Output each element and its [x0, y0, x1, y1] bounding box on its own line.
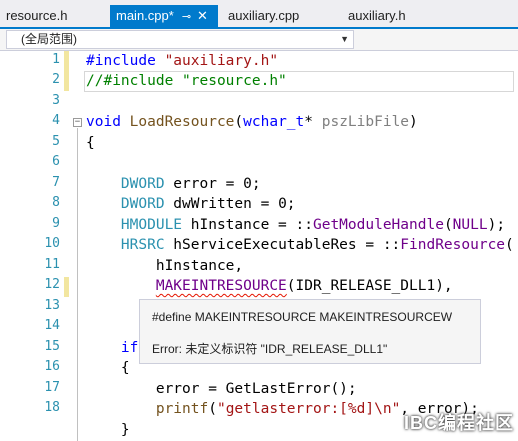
line-number: 1: [52, 52, 60, 67]
close-icon[interactable]: ✕: [197, 5, 208, 27]
line-number: 14: [44, 318, 60, 333]
preprocessor-directive: #include: [86, 53, 156, 69]
function-name: printf: [155, 401, 209, 417]
code-line-10: HRSRC hServiceExecutableRes = ::FindReso…: [120, 237, 514, 253]
code-text: (IDR_RELEASE_DLL1),: [286, 278, 453, 294]
string-literal: "getlasterror:[%d]\n": [216, 401, 401, 417]
code-line-16: {: [86, 358, 130, 378]
quick-info-tooltip: #define MAKEINTRESOURCE MAKEINTRESOURCEW…: [139, 299, 481, 364]
code-line-2: //#include "resource.h": [86, 71, 287, 91]
keyword: void: [86, 114, 121, 130]
type-name: DWORD: [120, 176, 165, 192]
type-name: wchar_t: [243, 114, 305, 130]
line-number: 8: [52, 195, 60, 210]
code-line-17: error = GetLastError();: [86, 379, 357, 399]
tab-auxiliary-cpp[interactable]: auxiliary.cpp: [222, 5, 305, 27]
line-number: 16: [44, 359, 60, 374]
parameter: pszLibFile: [321, 114, 410, 130]
function-name: LoadResource: [129, 114, 235, 130]
line-number: 9: [52, 216, 60, 231]
code-text: error = 0;: [164, 176, 261, 192]
macro-name: MAKEINTRESOURCE: [155, 278, 287, 294]
navigation-bar: (全局范围) ▼: [0, 29, 518, 51]
tab-label: auxiliary.h: [348, 8, 406, 23]
code-line-8: DWORD dwWritten = 0;: [86, 194, 296, 214]
scope-value: (全局范围): [21, 32, 77, 46]
outline-line: [77, 128, 78, 441]
tab-auxiliary-h[interactable]: auxiliary.h: [342, 5, 412, 27]
type-name: HMODULE: [120, 217, 183, 233]
line-number: 3: [52, 93, 60, 108]
line-number: 12: [44, 277, 60, 292]
line-number: 17: [44, 380, 60, 395]
line-number: 10: [44, 236, 60, 251]
line-number: 6: [52, 154, 60, 169]
code-line-11: hInstance,: [86, 256, 243, 276]
tab-label: resource.h: [6, 8, 68, 23]
tab-resource-h[interactable]: resource.h: [0, 5, 73, 27]
code-line-4: void LoadResource(wchar_t* pszLibFile): [86, 114, 418, 130]
function-name: FindResource: [400, 237, 506, 253]
pin-icon[interactable]: ⊸: [182, 6, 191, 28]
code-line-1: #include "auxiliary.h": [86, 51, 278, 71]
tab-label: main.cpp*: [116, 8, 174, 23]
keyword: if: [120, 340, 139, 356]
code-text: hInstance = ::: [182, 217, 313, 233]
watermark: IBC编程社区: [404, 413, 514, 433]
line-number: 4: [52, 113, 60, 128]
tooltip-definition: #define MAKEINTRESOURCE MAKEINTRESOURCEW: [152, 310, 453, 324]
line-number: 7: [52, 175, 60, 190]
line-number: 11: [44, 257, 60, 272]
line-number: 15: [44, 339, 60, 354]
code-text: {: [120, 360, 130, 376]
editor-tab-strip: resource.h main.cpp* ⊸ ✕ auxiliary.cpp aux…: [0, 0, 518, 29]
change-marker: [64, 277, 69, 297]
code-line-19: }: [86, 420, 130, 440]
type-name: HRSRC: [120, 237, 165, 253]
code-text: hServiceExecutableRes = ::: [164, 237, 401, 253]
change-marker: [64, 51, 69, 91]
code-line-12: MAKEINTRESOURCE(IDR_RELEASE_DLL1),: [86, 276, 453, 296]
code-text: error = GetLastError();: [155, 381, 357, 397]
line-number: 13: [44, 298, 60, 313]
code-line-5: {: [86, 135, 95, 151]
macro-name: NULL: [452, 217, 488, 233]
code-text: }: [120, 422, 130, 438]
code-text: hInstance,: [155, 258, 244, 274]
chevron-down-icon[interactable]: ▼: [340, 31, 349, 48]
tab-main-cpp[interactable]: main.cpp* ⊸ ✕: [110, 5, 218, 27]
type-name: DWORD: [120, 196, 165, 212]
function-name: GetModuleHandle: [312, 217, 444, 233]
tooltip-error: Error: 未定义标识符 "IDR_RELEASE_DLL1": [152, 342, 388, 356]
tab-label: auxiliary.cpp: [228, 8, 300, 23]
code-line-7: DWORD error = 0;: [86, 174, 261, 194]
scope-dropdown[interactable]: (全局范围) ▼: [6, 30, 354, 49]
code-line-9: HMODULE hInstance = ::GetModuleHandle(NU…: [120, 217, 506, 233]
comment: //#include "resource.h": [86, 73, 287, 89]
code-text: dwWritten = 0;: [164, 196, 296, 212]
include-path: "auxiliary.h": [164, 53, 279, 69]
line-number: 5: [52, 134, 60, 149]
line-number: 18: [44, 400, 60, 415]
collapse-icon[interactable]: −: [73, 118, 82, 127]
line-number: 2: [52, 72, 60, 87]
code-editor[interactable]: 1 2 3 4 5 6 7 8 9 10 11 12 13 14 15 16 1…: [0, 51, 518, 441]
